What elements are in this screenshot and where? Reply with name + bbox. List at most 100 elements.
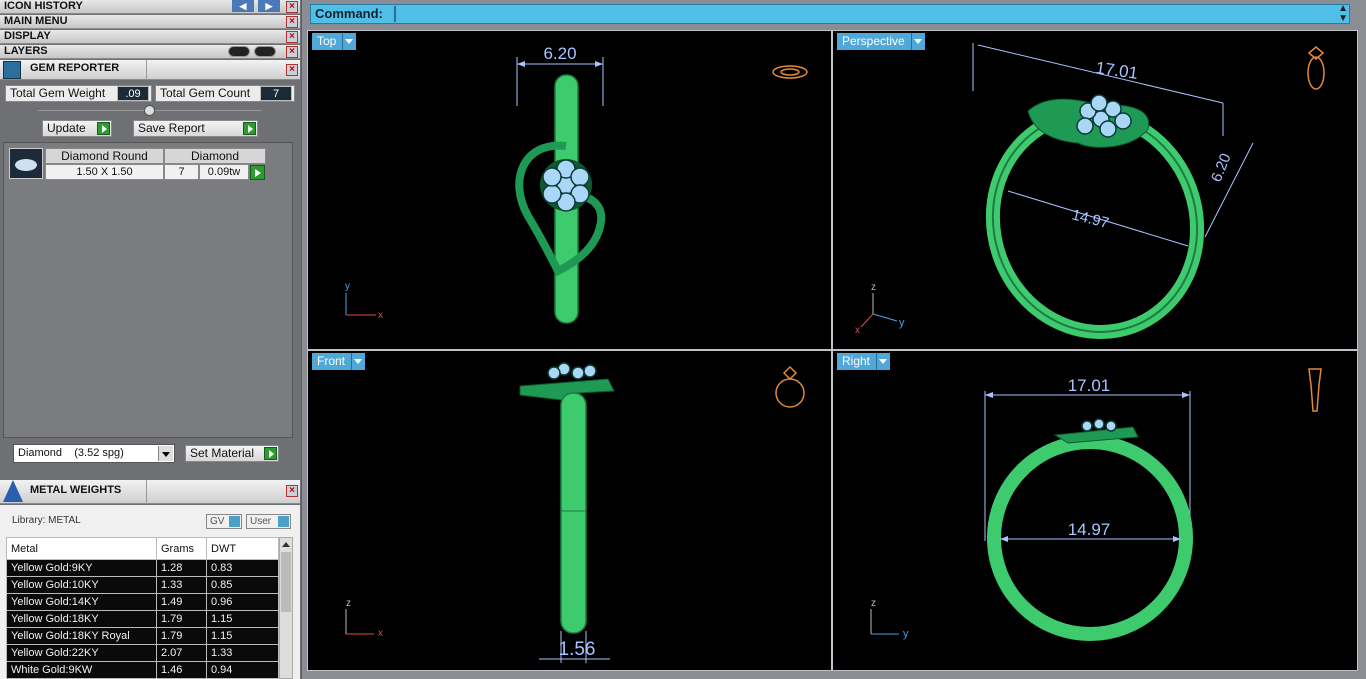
update-button[interactable]: Update [42,120,112,137]
grams-cell: 1.79 [156,610,207,628]
table-row[interactable]: Yellow Gold:22KY 2.07 1.33 [6,644,279,662]
update-button-label: Update [47,121,86,135]
right-dim-b: 14.97 [1068,520,1111,539]
table-row[interactable]: Yellow Gold:14KY 1.49 0.96 [6,593,279,611]
right-axis-gizmo [870,609,899,635]
grams-cell: 1.49 [156,593,207,611]
viewport-front[interactable]: 1.56 z x Front [307,350,832,671]
perspective-view-drawing: 17.01 6.20 14.97 z y x [855,43,1325,339]
front-axis-gizmo [345,609,374,635]
gem-reporter-header: GEM REPORTER × [0,60,300,80]
pyramid-icon [3,480,23,502]
gem-reporter-icon [3,61,21,79]
dwt-column-header[interactable]: DWT [206,537,279,560]
metal-cell: Yellow Gold:14KY [6,593,157,611]
save-report-button[interactable]: Save Report [133,120,258,137]
set-material-button[interactable]: Set Material [185,445,279,462]
table-row[interactable]: Yellow Gold:9KY 1.28 0.83 [6,559,279,577]
persp-axis-gizmo [860,293,898,328]
gem-shape-header: Diamond Round [45,148,164,164]
viewport-top[interactable]: 6.20 y x Top [307,30,832,350]
command-bar[interactable]: Command: [310,4,1350,24]
material-select[interactable]: Diamond (3.52 spg) [13,444,175,463]
close-icon[interactable]: × [286,64,298,76]
user-toggle[interactable]: User [246,514,291,529]
gv-toggle[interactable]: GV [206,514,242,529]
persp-axis-z: z [871,282,876,293]
top-view-drawing: 6.20 y x [345,44,808,324]
play-icon [243,122,256,135]
dwt-cell: 0.83 [206,559,279,577]
arrow-left-icon[interactable]: ◀ [232,0,254,12]
top-axis-y: y [345,281,350,292]
top-axis-x: x [378,310,383,321]
table-row[interactable]: Yellow Gold:18KY 1.79 1.15 [6,610,279,628]
viewport-top-label[interactable]: Top [312,33,357,50]
dropdown-separator [342,33,344,50]
table-row[interactable]: White Gold:9KW 1.46 0.94 [6,661,279,679]
gem-weight-cell: 0.09tw [199,164,249,180]
ring-thumbnail-icon [772,65,808,79]
layer-toggle-icon[interactable] [228,46,250,57]
viewport-right[interactable]: 17.01 14.97 z y Right [832,350,1358,671]
icon-history-label: ICON HISTORY [4,0,83,12]
table-scrollbar[interactable] [279,537,293,679]
top-dim-text: 6.20 [543,44,576,63]
ring-thumbnail-icon [775,365,805,408]
scroll-thumb[interactable] [281,552,291,612]
dropdown-separator [876,353,878,370]
close-icon[interactable]: × [286,31,298,43]
dwt-cell: 0.96 [206,593,279,611]
metal-column-header[interactable]: Metal [6,537,157,560]
eye-icon[interactable] [254,46,276,57]
layers-row[interactable]: LAYERS × [0,45,300,59]
chevron-down-arrow [162,452,170,457]
viewport-perspective[interactable]: 17.01 6.20 14.97 z y x Perspective [832,30,1358,350]
gem-reporter-body: Total Gem Weight .09 Total Gem Count 7 U… [0,80,300,478]
viewport-perspective-label-text: Perspective [842,34,905,48]
grams-column-header[interactable]: Grams [156,537,207,560]
front-axis-z: z [346,598,351,609]
close-icon[interactable]: × [286,46,298,58]
display-row[interactable]: DISPLAY × [0,30,300,44]
main-menu-label: MAIN MENU [4,15,68,27]
main-menu-row[interactable]: MAIN MENU × [0,15,300,29]
set-material-label: Set Material [190,446,255,460]
play-icon [255,169,261,177]
toggle-icon [229,516,240,527]
scroll-up-icon[interactable] [282,542,290,547]
gem-list[interactable]: Diamond Round Diamond 1.50 X 1.50 7 0.09… [3,142,293,438]
viewport-right-label[interactable]: Right [837,353,891,370]
table-row[interactable]: Yellow Gold:18KY Royal 1.79 1.15 [6,627,279,645]
metal-cell: Yellow Gold:18KY Royal [6,627,157,645]
gem-thumbnail[interactable] [9,148,43,179]
arrow-right-icon[interactable]: ▶ [258,0,280,12]
dwt-cell: 1.33 [206,644,279,662]
right-dim-a: 17.01 [1068,376,1111,395]
command-scroll-down-icon[interactable]: ▼ [1338,13,1348,24]
total-gem-weight-value: .09 [117,86,149,101]
dwt-cell: 1.15 [206,610,279,628]
persp-dim-c: 14.97 [1070,206,1111,232]
slider-handle[interactable] [144,105,155,116]
icon-history-row[interactable]: ICON HISTORY ◀ ▶ × [0,0,300,14]
command-label: Command: [315,6,383,21]
dwt-cell: 0.94 [206,661,279,679]
total-gem-count-label: Total Gem Count [160,86,251,100]
close-icon[interactable]: × [286,16,298,28]
viewport-perspective-label[interactable]: Perspective [837,33,925,50]
close-icon[interactable]: × [286,485,298,497]
gem-reporter-title: GEM REPORTER [30,62,120,74]
dwt-cell: 1.15 [206,627,279,645]
table-header-row: Metal Grams DWT [6,537,279,560]
dropdown-separator [910,33,912,50]
viewport-front-label[interactable]: Front [312,353,366,370]
viewport-front-label-text: Front [317,354,346,368]
persp-axis-x: x [855,325,860,336]
table-row[interactable]: Yellow Gold:10KY 1.33 0.85 [6,576,279,594]
right-axis-y: y [903,628,909,640]
persp-dim-b: 6.20 [1208,151,1235,184]
gem-row-action-button[interactable] [250,165,265,180]
close-icon[interactable]: × [286,1,298,13]
display-label: DISPLAY [4,30,51,42]
